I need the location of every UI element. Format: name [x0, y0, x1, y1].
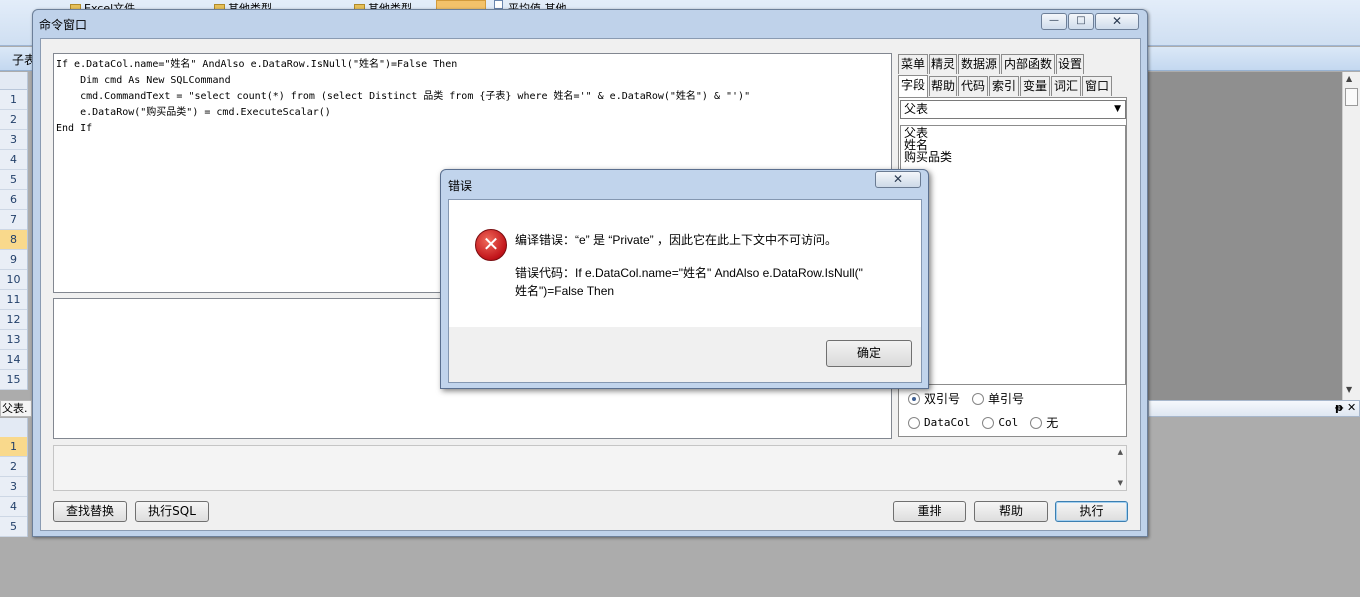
tab-bottom-2[interactable]: 代码: [958, 76, 988, 96]
tab-bottom-3[interactable]: 索引: [989, 76, 1019, 96]
chevron-down-icon[interactable]: ▼: [1114, 101, 1121, 118]
code-line: e.DataRow("购买品类") = cmd.ExecuteScalar(): [56, 107, 331, 118]
table-select[interactable]: 父表 ▼: [900, 100, 1126, 119]
scroll-down-icon[interactable]: ▼: [1118, 479, 1123, 487]
error-x-icon: ✕: [475, 229, 507, 261]
grid-empty-area: [1148, 72, 1342, 400]
row-number[interactable]: 5: [0, 170, 27, 190]
tab-bottom-0[interactable]: 字段: [898, 75, 928, 97]
row-number[interactable]: 11: [0, 290, 27, 310]
tab-top-3[interactable]: 内部函数: [1001, 54, 1055, 74]
scroll-up-icon[interactable]: ▲: [1118, 448, 1123, 456]
row-number[interactable]: 13: [0, 330, 27, 350]
row-number[interactable]: 9: [0, 250, 27, 270]
row-number[interactable]: 2: [0, 457, 27, 477]
help-button[interactable]: 帮助: [974, 501, 1048, 522]
row-number[interactable]: 6: [0, 190, 27, 210]
row-header-top: 1 2 3 4 5 6 7 8 9 10 11 12 13 14 15: [0, 90, 28, 390]
scroll-thumb[interactable]: [1345, 88, 1358, 106]
error-dialog: 错误 ✕ ✕ 编译错误：“e” 是 “Private” ，因此它在此上下文中不可…: [440, 169, 929, 389]
row-number[interactable]: 8: [0, 230, 27, 250]
row-number[interactable]: 14: [0, 350, 27, 370]
field-item[interactable]: 购买品类: [904, 151, 1125, 163]
row-number[interactable]: 12: [0, 310, 27, 330]
execute-button[interactable]: 执行: [1055, 501, 1128, 522]
parent-table-label[interactable]: 父表.: [2, 402, 28, 415]
radio-label: 单引号: [988, 392, 1025, 406]
tab-bottom-6[interactable]: 窗口: [1082, 76, 1112, 96]
row-header-bottom: 12345: [0, 437, 28, 537]
ribbon-checkbox[interactable]: [494, 0, 503, 9]
row-number[interactable]: 3: [0, 477, 27, 497]
radio-label: 双引号: [924, 392, 961, 406]
grid-corner-bottom[interactable]: [0, 418, 28, 437]
dialog-title: 错误: [448, 179, 473, 193]
ok-button[interactable]: 确定: [826, 340, 912, 367]
field-item[interactable]: 父表: [904, 127, 1125, 139]
radio-datacol[interactable]: DataCol: [908, 416, 970, 429]
row-number[interactable]: 5: [0, 517, 27, 537]
radio-icon[interactable]: [908, 416, 920, 429]
quote-options: 双引号 单引号: [908, 390, 1036, 407]
scroll-down-icon[interactable]: ▼: [1346, 385, 1352, 394]
message-area[interactable]: ▲ ▼: [53, 445, 1127, 491]
dialog-content: ✕ 编译错误：“e” 是 “Private” ，因此它在此上下文中不可访问。 错…: [449, 200, 921, 327]
tab-top-0[interactable]: 菜单: [898, 54, 928, 74]
radio-single-quote[interactable]: 单引号: [972, 390, 1024, 407]
close-button[interactable]: ✕: [1095, 13, 1139, 30]
window-title: 命令窗口: [39, 18, 88, 32]
table-select-value: 父表: [904, 102, 929, 116]
error-message: 编译错误：“e” 是 “Private” ，因此它在此上下文中不可访问。: [515, 233, 838, 247]
radio-col[interactable]: Col: [982, 416, 1018, 429]
minimize-button[interactable]: —: [1041, 13, 1067, 30]
find-replace-button[interactable]: 查找替换: [53, 501, 127, 522]
row-number[interactable]: 3: [0, 130, 27, 150]
row-number[interactable]: 1: [0, 437, 27, 457]
tab-top-4[interactable]: 设置: [1056, 54, 1084, 74]
col-options: DataCol Col 无: [908, 414, 1070, 431]
code-line: Dim cmd As New SQLCommand: [56, 75, 231, 86]
radio-label: DataCol: [924, 416, 971, 429]
dock-close-icon[interactable]: ✕: [1347, 401, 1356, 414]
radio-icon[interactable]: [908, 392, 920, 405]
row-number[interactable]: 4: [0, 497, 27, 517]
execute-sql-button[interactable]: 执行SQL: [135, 501, 209, 522]
grid-corner-top[interactable]: [0, 72, 28, 90]
code-line: End If: [56, 123, 93, 134]
row-number[interactable]: 2: [0, 110, 27, 130]
error-code: 错误代码：If e.DataCol.name="姓名" AndAlso e.Da…: [515, 266, 863, 298]
radio-double-quote[interactable]: 双引号: [908, 390, 960, 407]
dialog-close-button[interactable]: ✕: [875, 171, 921, 188]
radio-none[interactable]: 无: [1030, 414, 1058, 431]
row-number[interactable]: 15: [0, 370, 27, 390]
grid-vertical-scrollbar[interactable]: ▲ ▼: [1342, 72, 1360, 400]
tab-bottom-4[interactable]: 变量: [1020, 76, 1050, 96]
row-number[interactable]: 10: [0, 270, 27, 290]
maximize-button[interactable]: □: [1068, 13, 1094, 30]
radio-label: Col: [998, 416, 1019, 429]
pin-icon[interactable]: ᵽ: [1335, 401, 1343, 414]
row-number[interactable]: 7: [0, 210, 27, 230]
dialog-body: ✕ 编译错误：“e” 是 “Private” ，因此它在此上下文中不可访问。 错…: [448, 199, 922, 383]
row-number[interactable]: 1: [0, 90, 27, 110]
field-panel: 父表 ▼ 父表 姓名 购买品类 双引号 单引号 DataCol Col 无: [898, 97, 1127, 437]
radio-label: 无: [1046, 416, 1059, 430]
tab-bottom-1[interactable]: 帮助: [929, 76, 957, 96]
tab-top-2[interactable]: 数据源: [958, 54, 1000, 74]
code-line: If e.DataCol.name="姓名" AndAlso e.DataRow…: [56, 59, 458, 70]
field-list[interactable]: 父表 姓名 购买品类: [900, 125, 1126, 385]
scroll-up-icon[interactable]: ▲: [1346, 74, 1352, 83]
radio-icon[interactable]: [1030, 416, 1043, 429]
tab-bottom-5[interactable]: 词汇: [1051, 76, 1081, 96]
radio-icon[interactable]: [972, 392, 985, 405]
parent-table-bar: 父表.: [0, 400, 32, 417]
tab-top-1[interactable]: 精灵: [929, 54, 957, 74]
row-number[interactable]: 4: [0, 150, 27, 170]
rearrange-button[interactable]: 重排: [893, 501, 966, 522]
radio-icon[interactable]: [982, 416, 995, 429]
dock-bar: ᵽ ✕: [1148, 400, 1360, 417]
code-line: cmd.CommandText = "select count(*) from …: [56, 91, 751, 102]
